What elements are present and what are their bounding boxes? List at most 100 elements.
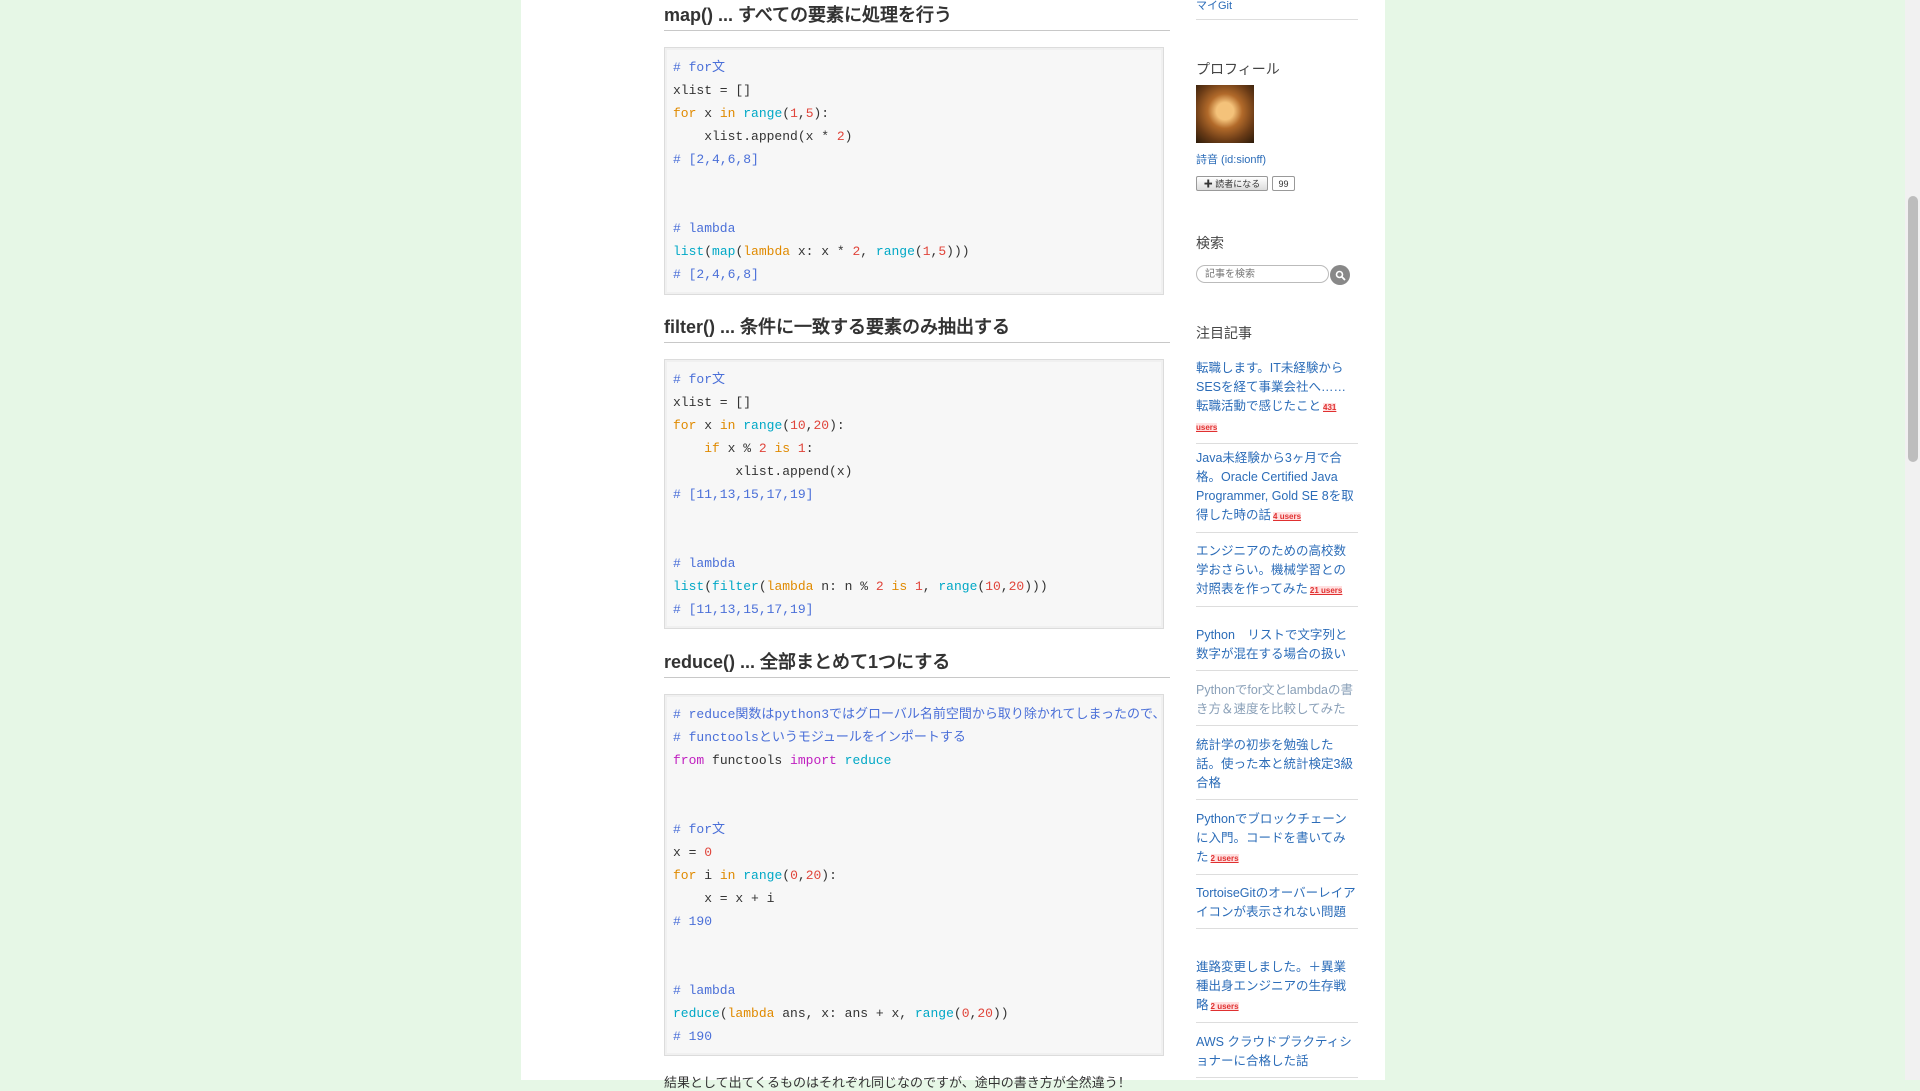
search-button[interactable]: [1330, 265, 1350, 285]
code-token: 0: [704, 845, 713, 860]
code-token: 20: [813, 418, 830, 433]
code-line: x = x + i: [673, 887, 1163, 910]
bookmark-users-badge[interactable]: 21 users: [1309, 586, 1343, 595]
featured-article-item[interactable]: Python リストで文字列と数字が混在する場合の扱い: [1196, 626, 1358, 671]
featured-article-link[interactable]: AWS クラウドプラクティショナーに合格した話: [1196, 1035, 1352, 1068]
code-token: is: [891, 579, 908, 594]
search-input[interactable]: [1196, 265, 1329, 283]
code-token: # [2,4,6,8]: [673, 152, 759, 167]
code-line: # for文: [673, 818, 1163, 841]
code-token: x: [696, 106, 720, 121]
code-line: for x in range(1,5):: [673, 102, 1163, 125]
code-token: lambda: [766, 579, 814, 594]
scrollbar[interactable]: [1905, 0, 1920, 1080]
code-token: # lambda: [673, 221, 736, 236]
code-token: )): [992, 1006, 1009, 1021]
code-token: 1: [797, 441, 806, 456]
code-token: 2: [875, 579, 884, 594]
my-git-link[interactable]: マイGit: [1196, 0, 1232, 13]
code-token: xlist.append(x *: [673, 129, 837, 144]
code-token: (: [782, 868, 791, 883]
code-token: xlist = []: [673, 395, 752, 410]
code-token: ))): [946, 244, 970, 259]
code-line: reduce(lambda ans, x: ans + x, range(0,2…: [673, 1002, 1163, 1025]
code-token: # for文: [673, 60, 726, 75]
featured-article-item[interactable]: 転職します。IT未経験からSESを経て事業会社へ……転職活動で感じたこと 431 …: [1196, 359, 1358, 444]
featured-article-item[interactable]: エンジニアのための高校数学おさらい。機械学習との対照表を作ってみた 21 user…: [1196, 542, 1358, 607]
code-line: # lambda: [673, 552, 1163, 575]
code-token: # [2,4,6,8]: [673, 267, 759, 282]
scrollbar-thumb[interactable]: [1908, 196, 1918, 462]
code-token: ):: [829, 418, 845, 433]
featured-article-item[interactable]: Java未経験から3ヶ月で合格。Oracle Certified Java Pr…: [1196, 449, 1358, 533]
code-block-filter: # for文 xlist = [] for x in range(10,20): i…: [664, 359, 1164, 629]
code-token: for: [673, 106, 697, 121]
code-token: in: [719, 106, 736, 121]
featured-article-item[interactable]: TortoiseGitのオーバーレイアイコンが表示されない問題: [1196, 884, 1358, 929]
code-token: range: [743, 418, 783, 433]
code-token: range: [875, 244, 915, 259]
subscriber-count: 99: [1272, 176, 1295, 191]
code-token: ,: [1000, 579, 1009, 594]
code-token: (: [704, 244, 713, 259]
subscribe-button[interactable]: ✚ 読者になる: [1196, 176, 1268, 191]
featured-article-item[interactable]: 統計学の初歩を勉強した話。使った本と統計検定3級合格: [1196, 736, 1358, 800]
code-token: map: [712, 244, 736, 259]
code-line: x = 0: [673, 841, 1163, 864]
code-token: ,: [797, 106, 806, 121]
code-token: if: [704, 441, 720, 456]
code-token: :: [805, 441, 814, 456]
code-token: 20: [977, 1006, 993, 1021]
featured-article-link[interactable]: TortoiseGitのオーバーレイアイコンが表示されない問題: [1196, 886, 1356, 919]
avatar[interactable]: [1196, 85, 1254, 143]
code-token: reduce: [844, 753, 892, 768]
code-token: n: n %: [813, 579, 876, 594]
code-line: # 190: [673, 910, 1163, 933]
code-line: if x % 2 is 1:: [673, 437, 1163, 460]
code-token: from: [673, 753, 705, 768]
code-token: range: [914, 1006, 954, 1021]
code-token: # functoolsというモジュールをインポートする: [673, 730, 966, 745]
code-token: x =: [673, 845, 705, 860]
bookmark-users-badge[interactable]: 4 users: [1273, 512, 1302, 521]
code-token: range: [743, 868, 783, 883]
code-token: # [11,13,15,17,19]: [673, 487, 814, 502]
featured-article-item[interactable]: Pythonでブロックチェーンに入門。コードを書いてみた 2 users: [1196, 810, 1358, 875]
featured-article-item[interactable]: 進路変更しました。＋異業種出身エンジニアの生存戦略 2 users: [1196, 958, 1358, 1023]
code-token: ):: [821, 868, 837, 883]
code-token: (: [719, 1006, 728, 1021]
code-token: # 190: [673, 914, 713, 929]
featured-article-link[interactable]: Pythonでfor文とlambdaの書き方＆速度を比較してみた: [1196, 683, 1353, 716]
code-token: ans, x: ans + x,: [774, 1006, 915, 1021]
bookmark-users-badge[interactable]: 2 users: [1210, 1002, 1239, 1011]
bookmark-users-badge[interactable]: 2 users: [1210, 854, 1239, 863]
featured-article-link[interactable]: 統計学の初歩を勉強した話。使った本と統計検定3級合格: [1196, 738, 1353, 790]
featured-article-item[interactable]: AWS クラウドプラクティショナーに合格した話: [1196, 1033, 1358, 1078]
code-line: # 190: [673, 1025, 1163, 1048]
code-token: x: x *: [790, 244, 853, 259]
featured-article-link[interactable]: Python リストで文字列と数字が混在する場合の扱い: [1196, 628, 1347, 661]
code-token: in: [719, 418, 736, 433]
subscribe-label: 読者になる: [1215, 179, 1261, 189]
code-token: functools: [704, 753, 791, 768]
code-line: for i in range(0,20):: [673, 864, 1163, 887]
profile-user-link[interactable]: 詩音 (id:sionff): [1196, 151, 1266, 167]
code-token: lambda: [743, 244, 791, 259]
code-token: 20: [1008, 579, 1025, 594]
featured-article-item[interactable]: Pythonでfor文とlambdaの書き方＆速度を比較してみた: [1196, 681, 1358, 726]
code-line: list(filter(lambda n: n % 2 is 1, range(…: [673, 575, 1163, 598]
search-icon: [1335, 270, 1346, 281]
code-line: xlist.append(x * 2): [673, 125, 1163, 148]
code-token: (: [782, 418, 791, 433]
code-line: for x in range(10,20):: [673, 414, 1163, 437]
code-block-reduce: # reduce関数はpython3ではグローバル名前空間から取り除かれてしまっ…: [664, 694, 1165, 1056]
